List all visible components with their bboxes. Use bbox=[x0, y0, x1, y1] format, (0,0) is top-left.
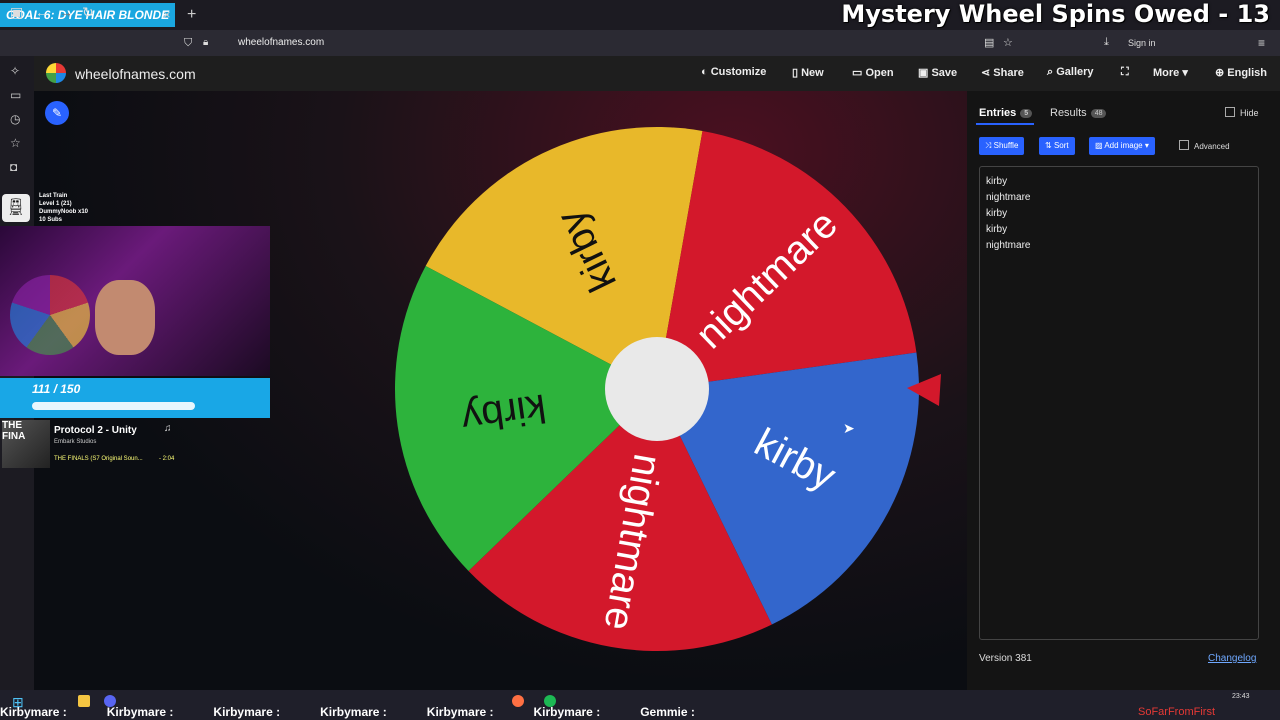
train-subs: 10 Subs bbox=[39, 217, 63, 223]
forward-icon[interactable]: → bbox=[59, 4, 73, 20]
entry-line: kirby bbox=[986, 224, 1008, 235]
results-count-badge: 48 bbox=[1090, 109, 1107, 118]
sort-label: Sort bbox=[1053, 141, 1069, 150]
fullscreen-icon[interactable]: ⛶ bbox=[1121, 66, 1129, 79]
streamer-avatar bbox=[95, 280, 155, 355]
address-bar[interactable]: wheelofnames.com bbox=[238, 37, 324, 48]
back-icon[interactable]: ← bbox=[35, 4, 49, 20]
share-label: Share bbox=[993, 67, 1024, 79]
stream-overlay-title: Mystery Wheel Spins Owed - 13 bbox=[841, 0, 1270, 28]
chat-marquee: Kirbymare : Kirbymare : Kirbymare : Kirb… bbox=[0, 705, 695, 719]
now-playing-song: Protocol 2 - Unity bbox=[54, 425, 137, 436]
wheel-pointer-icon bbox=[907, 374, 941, 406]
language-button[interactable]: ⊕ English bbox=[1215, 66, 1267, 79]
entries-count-badge: 5 bbox=[1020, 109, 1033, 118]
album-art: THE FINA bbox=[2, 420, 50, 468]
more-label: More bbox=[1153, 67, 1180, 79]
menu-icon[interactable]: ≡ bbox=[1258, 36, 1265, 50]
entries-tab-label: Entries bbox=[979, 107, 1017, 119]
lock-icon[interactable]: 🔒︎ bbox=[203, 37, 208, 48]
edit-pencil-icon[interactable]: ✎ bbox=[45, 101, 69, 125]
open-label: Open bbox=[865, 67, 894, 79]
history-icon[interactable]: ◷ bbox=[10, 112, 20, 126]
shuffle-label: Shuffle bbox=[993, 141, 1019, 150]
entry-line: nightmare bbox=[986, 192, 1031, 203]
entry-line: kirby bbox=[986, 208, 1008, 219]
tab-entries[interactable]: Entries 5 bbox=[979, 107, 1033, 119]
open-button[interactable]: ▭ Open bbox=[852, 66, 894, 79]
name-wheel[interactable]: kirby nightmarekirbynightmarekirby bbox=[392, 124, 922, 654]
save-label: Save bbox=[931, 67, 958, 79]
advanced-checkbox-box[interactable] bbox=[1179, 140, 1189, 150]
bookmarks-icon[interactable]: ☆ bbox=[10, 136, 21, 150]
ai-sparkle-icon[interactable]: ✧ bbox=[10, 64, 20, 78]
train-icon: 🚆︎ bbox=[2, 194, 30, 222]
entry-line: nightmare bbox=[986, 240, 1031, 251]
sofarfromfirst-tag: SoFarFromFirst bbox=[1138, 706, 1215, 718]
new-tab-button[interactable]: + bbox=[187, 6, 196, 24]
hide-checkbox-box[interactable] bbox=[1225, 107, 1235, 117]
system-clock: 23:43 bbox=[1232, 693, 1250, 700]
customize-button[interactable]: ◐ Customize bbox=[701, 66, 766, 78]
site-logo-icon[interactable] bbox=[46, 63, 66, 83]
active-tab-indicator bbox=[976, 123, 1034, 125]
advanced-label: Advanced bbox=[1194, 142, 1230, 151]
tab-close-icon[interactable]: × bbox=[163, 7, 171, 22]
save-button[interactable]: ▣ Save bbox=[918, 66, 957, 79]
extension-icon[interactable]: ◘ bbox=[10, 160, 17, 174]
train-user: DummyNoob x10 bbox=[39, 209, 89, 215]
pointer-arrow bbox=[907, 374, 941, 406]
sign-in-button[interactable]: Sign in bbox=[1128, 38, 1156, 48]
bookmark-star-icon[interactable]: ☆ bbox=[1003, 36, 1013, 49]
new-label: New bbox=[801, 67, 824, 79]
new-button[interactable]: ▯ New bbox=[792, 66, 824, 79]
download-icon[interactable]: ⤓ bbox=[1104, 36, 1109, 49]
hide-checkbox[interactable]: Hide bbox=[1225, 107, 1259, 118]
advanced-checkbox[interactable]: Advanced bbox=[1179, 140, 1230, 151]
shuffle-button[interactable]: ⤨ Shuffle bbox=[979, 137, 1025, 155]
add-image-button[interactable]: ▨ Add image ▾ bbox=[1089, 137, 1155, 155]
changelog-link[interactable]: Changelog bbox=[1208, 653, 1256, 664]
webcam-background-wheel bbox=[10, 275, 90, 355]
site-name[interactable]: wheelofnames.com bbox=[75, 66, 196, 82]
add-image-label: Add image bbox=[1104, 141, 1143, 150]
gallery-label: Gallery bbox=[1056, 66, 1094, 78]
now-playing-time: - 2:04 bbox=[159, 456, 175, 462]
shield-icon[interactable]: ⛉ bbox=[184, 37, 192, 50]
now-playing-artist: Embark Studios bbox=[54, 439, 97, 445]
mouse-cursor-icon: ➤ bbox=[843, 420, 855, 436]
train-level: Level 1 (21) bbox=[39, 201, 72, 207]
wheel-center-hub[interactable] bbox=[605, 337, 709, 441]
entries-textarea[interactable] bbox=[979, 166, 1259, 640]
gallery-button[interactable]: ⌕ Gallery bbox=[1047, 66, 1094, 79]
sort-button[interactable]: ⇅ Sort bbox=[1039, 137, 1075, 155]
tabs-icon[interactable]: ▭ bbox=[10, 88, 21, 102]
customize-label: Customize bbox=[710, 66, 767, 78]
version-label: Version 381 bbox=[979, 653, 1032, 664]
results-tab-label: Results bbox=[1050, 107, 1087, 119]
sub-goal-progress bbox=[32, 402, 195, 410]
share-button[interactable]: ⋖ Share bbox=[981, 66, 1024, 79]
sidebar-toggle-icon[interactable]: ▣ bbox=[10, 4, 23, 21]
more-button[interactable]: More ▾ bbox=[1153, 66, 1188, 79]
reader-icon[interactable]: ▤ bbox=[984, 36, 994, 49]
entry-line: kirby bbox=[986, 176, 1008, 187]
sub-goal-text: 111 / 150 bbox=[32, 382, 81, 396]
music-note-icon: ♫ bbox=[164, 423, 172, 434]
now-playing-album: THE FINALS (S7 Original Soun... bbox=[54, 456, 143, 462]
language-label: English bbox=[1227, 67, 1268, 79]
hide-label: Hide bbox=[1240, 108, 1259, 118]
tab-results[interactable]: Results 48 bbox=[1050, 107, 1107, 119]
reload-icon[interactable]: ↻ bbox=[82, 4, 94, 21]
train-title: Last Train bbox=[39, 193, 68, 199]
